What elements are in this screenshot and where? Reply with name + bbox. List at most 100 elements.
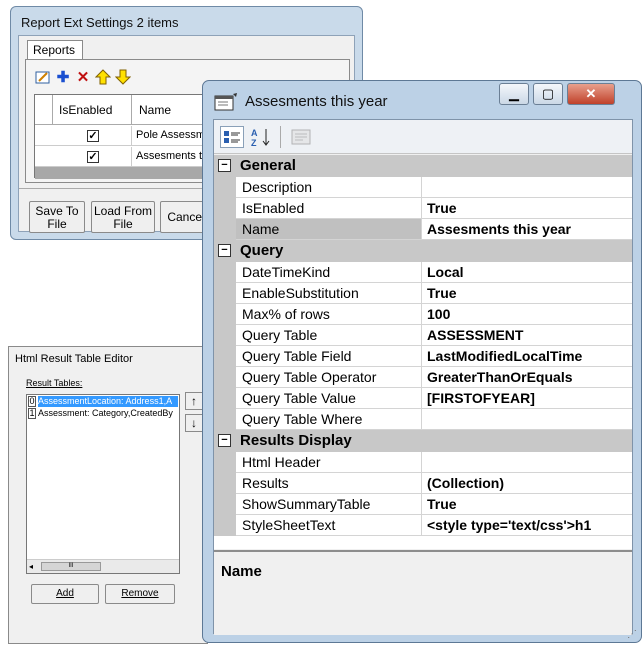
result-tables-list[interactable]: 0 AssessmentLocation: Address1,A 1 Asses… (26, 394, 180, 574)
property-row[interactable]: Name Assesments this year (214, 219, 632, 240)
property-row[interactable]: Query Table Field LastModifiedLocalTime (214, 346, 632, 367)
property-row[interactable]: EnableSubstitution True (214, 283, 632, 304)
collapse-icon[interactable]: − (218, 244, 231, 257)
remove-button[interactable]: Remove (105, 584, 175, 604)
row-gutter (214, 283, 236, 304)
property-value[interactable]: (Collection) (422, 473, 632, 494)
property-name[interactable]: Query Table Where (236, 409, 422, 430)
property-value[interactable]: Assesments this year (422, 219, 632, 240)
property-value[interactable]: Local (422, 262, 632, 283)
property-value[interactable]: [FIRSTOFYEAR] (422, 388, 632, 409)
close-button[interactable]: ✕ (567, 83, 615, 105)
row-gutter (214, 262, 236, 283)
scroll-left-icon[interactable]: ◂ (29, 562, 33, 571)
property-name[interactable]: Description (236, 177, 422, 198)
property-value[interactable]: ASSESSMENT (422, 325, 632, 346)
list-item[interactable]: 0 AssessmentLocation: Address1,A (28, 396, 178, 407)
add-button[interactable]: Add (31, 584, 99, 604)
categorized-view-icon[interactable] (220, 126, 244, 148)
scroll-thumb[interactable]: III (41, 562, 101, 571)
property-name[interactable]: Html Header (236, 452, 422, 473)
property-name[interactable]: EnableSubstitution (236, 283, 422, 304)
category-header[interactable]: − Query (214, 240, 632, 262)
row-gutter (214, 494, 236, 515)
property-row[interactable]: DateTimeKind Local (214, 262, 632, 283)
property-row[interactable]: Max% of rows 100 (214, 304, 632, 325)
category-title: General (240, 157, 296, 174)
property-value[interactable] (422, 409, 632, 430)
category-header[interactable]: − General (214, 155, 632, 177)
property-name[interactable]: Query Table (236, 325, 422, 346)
horizontal-scrollbar[interactable]: ◂ III (27, 559, 179, 573)
property-name[interactable]: ShowSummaryTable (236, 494, 422, 515)
property-name[interactable]: Max% of rows (236, 304, 422, 325)
collapse-icon[interactable]: − (218, 434, 231, 447)
row-gutter (214, 304, 236, 325)
property-name[interactable]: Query Table Value (236, 388, 422, 409)
property-value[interactable]: LastModifiedLocalTime (422, 346, 632, 367)
alphabetical-sort-icon[interactable]: AZ (248, 126, 274, 148)
list-item[interactable]: 1 Assessment: Category,CreatedBy (28, 408, 178, 419)
tab-reports[interactable]: Reports (27, 40, 83, 60)
property-name[interactable]: IsEnabled (236, 198, 422, 219)
list-item-text: Assessment: Category,CreatedBy (38, 408, 173, 418)
category-header[interactable]: − Results Display (214, 430, 632, 452)
collapse-icon[interactable]: − (218, 159, 231, 172)
row-gutter (214, 473, 236, 494)
close-icon: ✕ (585, 86, 597, 101)
property-row[interactable]: Description (214, 177, 632, 198)
property-row[interactable]: IsEnabled True (214, 198, 632, 219)
property-value[interactable]: <style type='text/css'>h1 (422, 515, 632, 536)
column-header-name[interactable]: Name (139, 103, 171, 117)
resize-grip-icon[interactable]: ⋰ (627, 629, 637, 640)
row-gutter (214, 409, 236, 430)
move-up-button[interactable]: ↑ (185, 392, 203, 410)
property-row[interactable]: Query Table Where (214, 409, 632, 430)
property-name[interactable]: Query Table Operator (236, 367, 422, 388)
row-gutter (214, 388, 236, 409)
property-row[interactable]: Html Header (214, 452, 632, 473)
property-value[interactable]: 100 (422, 304, 632, 325)
property-name[interactable]: Results (236, 473, 422, 494)
list-item-index: 0 (28, 396, 36, 407)
add-icon[interactable]: ✚ (54, 68, 72, 86)
property-name[interactable]: Name (236, 219, 422, 240)
minimize-button[interactable]: ▁ (499, 83, 529, 105)
move-up-icon[interactable] (94, 68, 112, 86)
property-name[interactable]: DateTimeKind (236, 262, 422, 283)
help-pane: Name (214, 550, 632, 635)
svg-text:A: A (251, 128, 258, 138)
window-title: Assesments this year (245, 93, 388, 110)
move-down-icon[interactable] (114, 68, 132, 86)
property-value[interactable]: True (422, 283, 632, 304)
property-value[interactable]: GreaterThanOrEquals (422, 367, 632, 388)
property-name[interactable]: Query Table Field (236, 346, 422, 367)
isenabled-checkbox[interactable]: ✓ (87, 130, 99, 142)
property-row[interactable]: Query Table Value [FIRSTOFYEAR] (214, 388, 632, 409)
property-name[interactable]: StyleSheetText (236, 515, 422, 536)
list-item-index: 1 (28, 408, 36, 419)
property-row[interactable]: Results (Collection) (214, 473, 632, 494)
window-title: Html Result Table Editor (15, 353, 133, 365)
property-value[interactable] (422, 177, 632, 198)
move-down-button[interactable]: ↓ (185, 414, 203, 432)
isenabled-checkbox[interactable]: ✓ (87, 151, 99, 163)
column-header-isenabled[interactable]: IsEnabled (59, 103, 112, 117)
property-grid: AZ − General Description IsEnabled True Name A… (213, 119, 633, 635)
row-gutter (214, 452, 236, 473)
save-to-file-button[interactable]: Save To File (29, 201, 85, 233)
window-title: Report Ext Settings 2 items (21, 15, 179, 30)
property-row[interactable]: Query Table ASSESSMENT (214, 325, 632, 346)
maximize-button[interactable]: ▢ (533, 83, 563, 105)
load-from-file-button[interactable]: Load From File (91, 201, 155, 233)
property-pages-icon[interactable] (290, 127, 314, 147)
result-tables-label: Result Tables: (26, 378, 83, 388)
property-value[interactable]: True (422, 494, 632, 515)
edit-icon[interactable] (34, 68, 52, 86)
property-row[interactable]: Query Table Operator GreaterThanOrEquals (214, 367, 632, 388)
delete-icon[interactable]: ✕ (74, 68, 92, 86)
property-value[interactable]: True (422, 198, 632, 219)
property-row[interactable]: ShowSummaryTable True (214, 494, 632, 515)
property-row[interactable]: StyleSheetText <style type='text/css'>h1 (214, 515, 632, 536)
property-value[interactable] (422, 452, 632, 473)
